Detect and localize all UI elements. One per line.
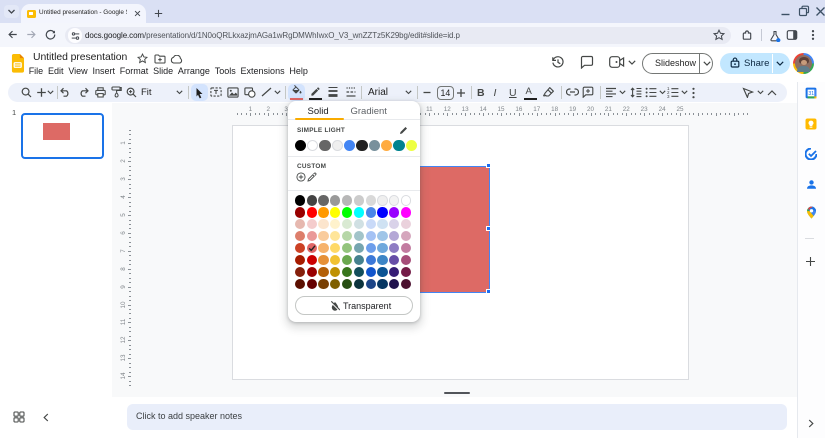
svg-text:31: 31 <box>808 91 814 97</box>
svg-text:3: 3 <box>667 94 670 98</box>
